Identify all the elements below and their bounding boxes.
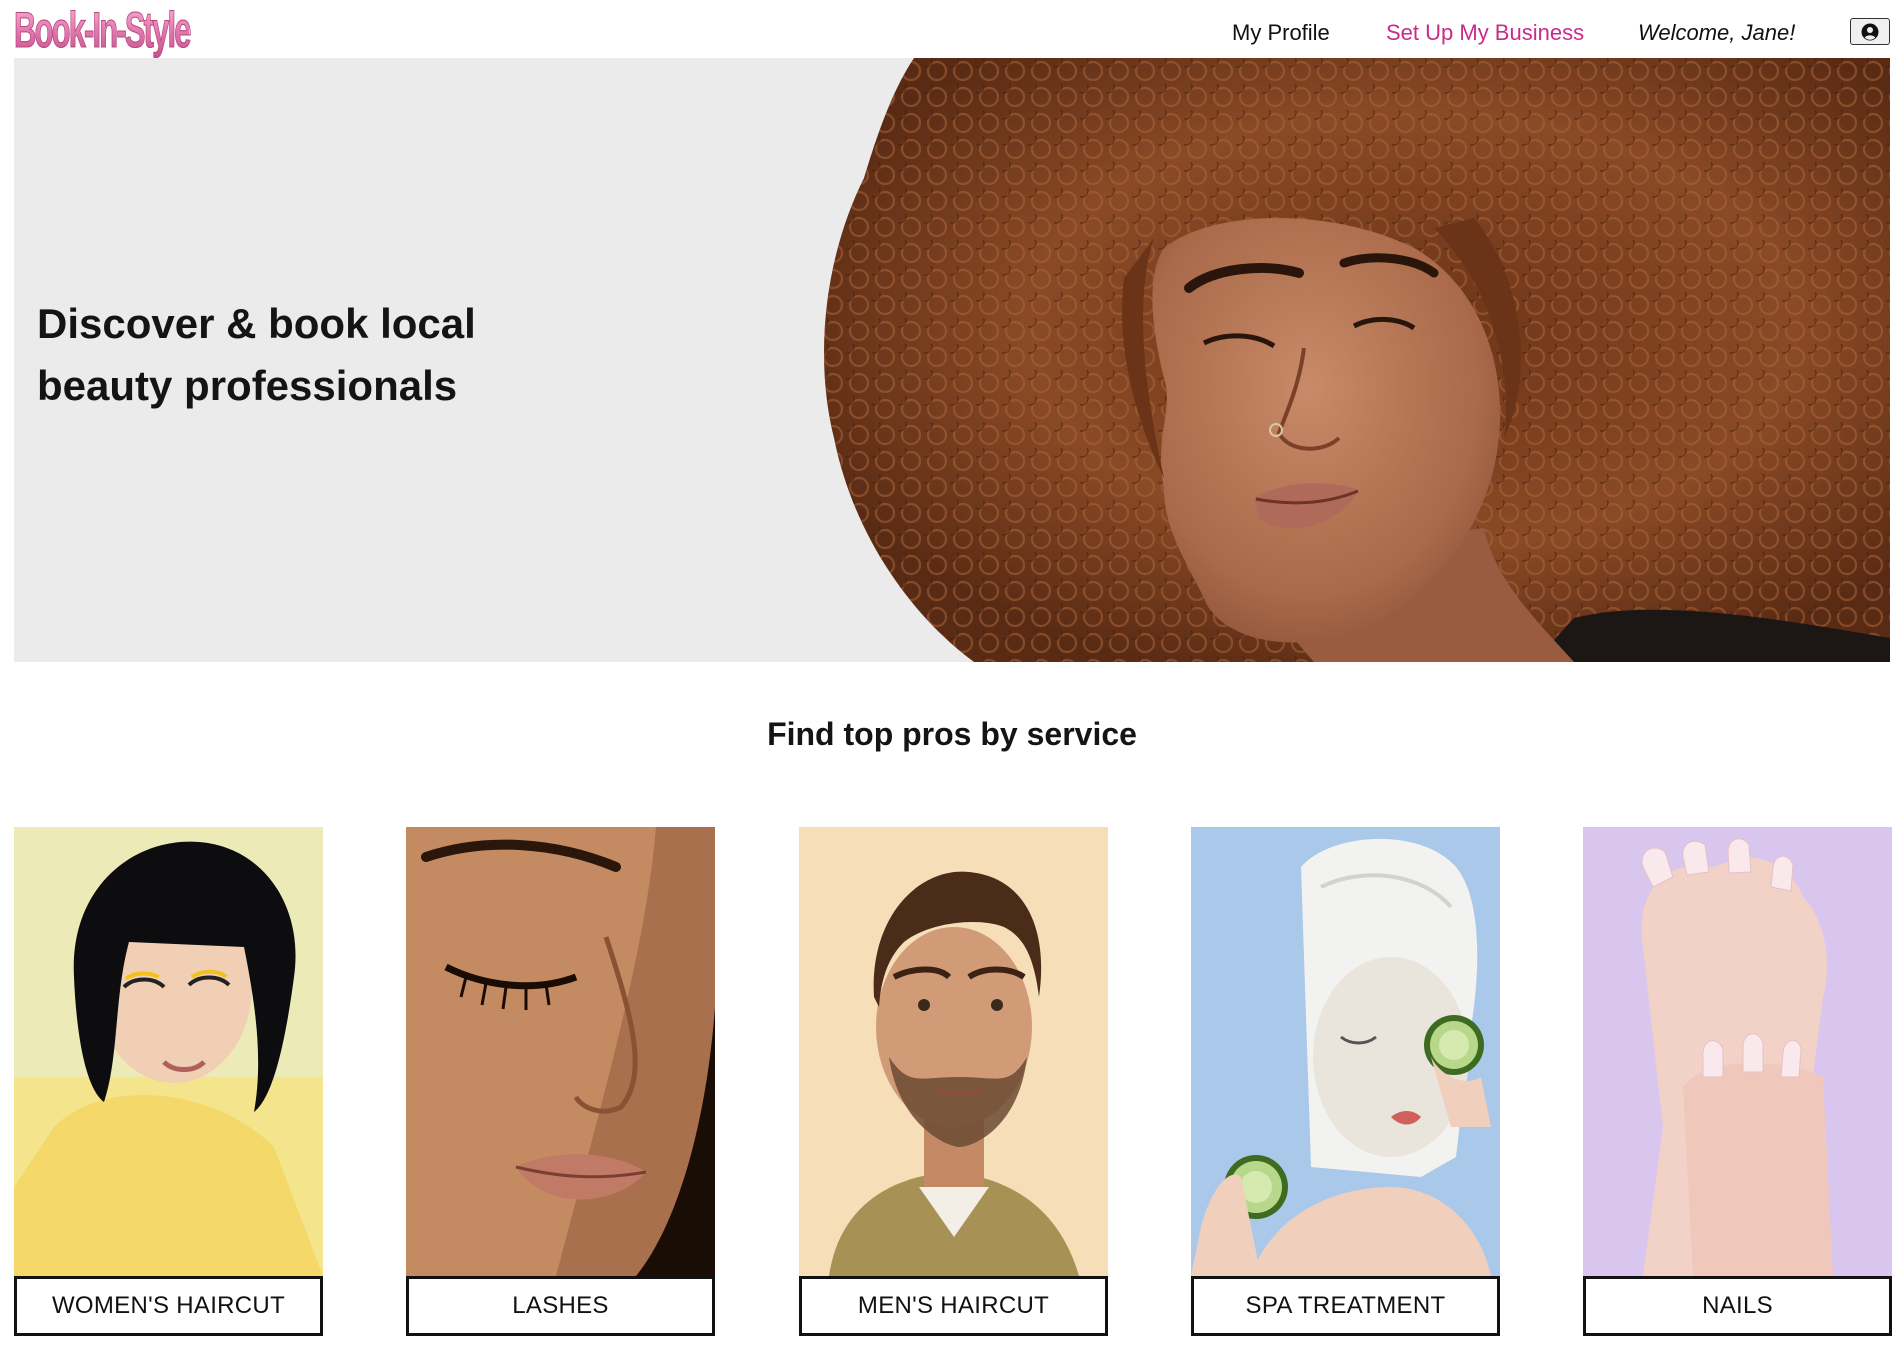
- lashes-button[interactable]: LASHES: [406, 1276, 715, 1336]
- service-card-womens-haircut[interactable]: WOMEN'S HAIRCUT: [14, 827, 323, 1336]
- hero-title-line1: Discover & book local: [37, 300, 476, 347]
- brand-logo[interactable]: Book-In-Style: [14, 2, 192, 59]
- spa-treatment-photo: [1191, 827, 1500, 1276]
- nails-photo: [1583, 827, 1892, 1276]
- nails-button[interactable]: NAILS: [1583, 1276, 1892, 1336]
- user-circle-icon: [1861, 23, 1879, 40]
- account-button[interactable]: [1850, 18, 1890, 45]
- hero-banner: Discover & book local beauty professiona…: [14, 58, 1890, 662]
- womens-haircut-photo: [14, 827, 323, 1276]
- mens-haircut-button[interactable]: MEN'S HAIRCUT: [799, 1276, 1108, 1336]
- lashes-photo: [406, 827, 715, 1276]
- hero-title: Discover & book local beauty professiona…: [37, 293, 557, 417]
- services-heading: Find top pros by service: [767, 716, 1137, 752]
- mens-haircut-photo: [799, 827, 1108, 1276]
- service-card-lashes[interactable]: LASHES: [406, 827, 715, 1336]
- nav-set-up-business[interactable]: Set Up My Business: [1386, 20, 1584, 46]
- welcome-message: Welcome, Jane!: [1638, 20, 1796, 45]
- service-card-nails[interactable]: NAILS: [1583, 827, 1892, 1336]
- spa-treatment-button[interactable]: SPA TREATMENT: [1191, 1276, 1500, 1336]
- nav-my-profile[interactable]: My Profile: [1232, 20, 1330, 46]
- service-card-spa-treatment[interactable]: SPA TREATMENT: [1191, 827, 1500, 1336]
- hero-title-line2: beauty professionals: [37, 362, 458, 409]
- top-nav: Book-In-Style My Profile Set Up My Busin…: [0, 0, 1900, 59]
- womens-haircut-button[interactable]: WOMEN'S HAIRCUT: [14, 1276, 323, 1336]
- service-card-mens-haircut[interactable]: MEN'S HAIRCUT: [799, 827, 1108, 1336]
